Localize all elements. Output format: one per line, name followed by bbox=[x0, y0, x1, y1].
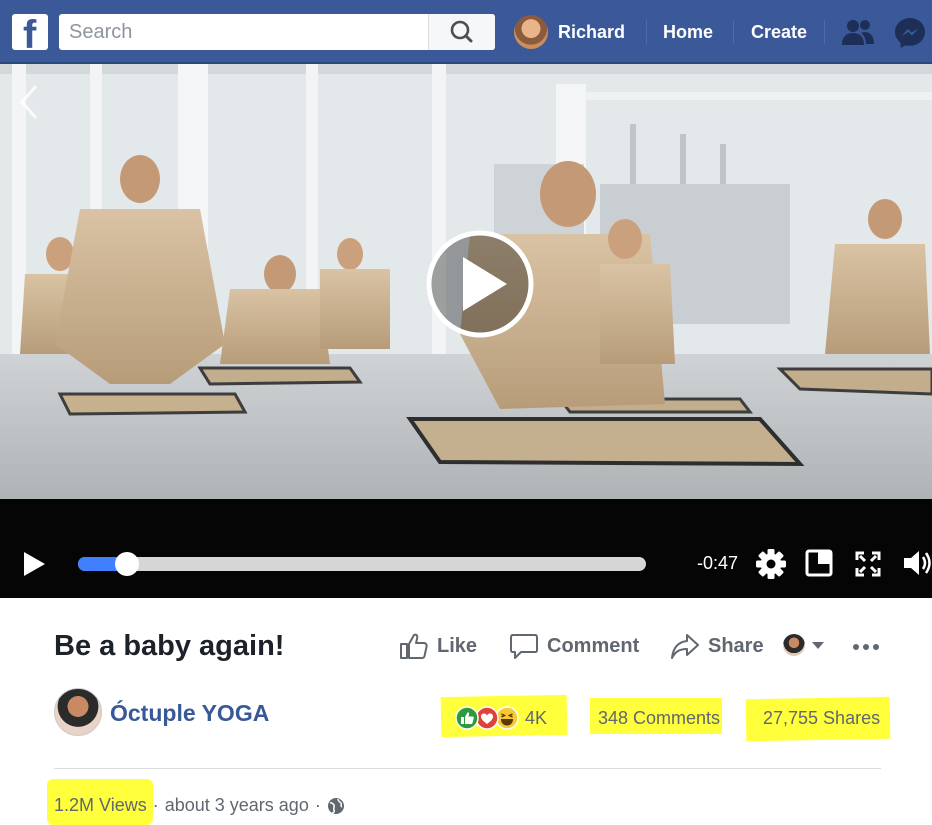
share-button[interactable]: Share bbox=[670, 632, 764, 660]
meta-separator: · bbox=[314, 795, 321, 815]
reactions-count: 4K bbox=[525, 707, 548, 728]
video-title: Be a baby again! bbox=[54, 630, 285, 662]
friend-requests-icon[interactable] bbox=[840, 17, 876, 47]
search-box bbox=[59, 14, 495, 50]
section-divider bbox=[54, 768, 881, 769]
shares-count-link[interactable]: 27,755 Shares bbox=[763, 708, 880, 729]
home-link[interactable]: Home bbox=[663, 22, 713, 43]
top-navigation-bar: f Richard Home Create bbox=[0, 0, 932, 64]
globe-icon bbox=[327, 797, 344, 814]
nav-divider bbox=[824, 20, 825, 44]
share-arrow-icon bbox=[671, 634, 699, 659]
post-meta: 1.2M Views · about 3 years ago · bbox=[54, 795, 345, 816]
like-button[interactable]: Like bbox=[399, 632, 477, 660]
search-button[interactable] bbox=[428, 14, 495, 50]
nav-divider bbox=[646, 20, 647, 44]
play-overlay-icon[interactable] bbox=[426, 230, 534, 338]
thumbs-up-icon bbox=[400, 633, 428, 659]
page-avatar[interactable] bbox=[54, 688, 102, 736]
comment-button[interactable]: Comment bbox=[509, 632, 639, 660]
fullscreen-icon[interactable] bbox=[855, 551, 881, 577]
video-controls: -0:47 bbox=[0, 499, 932, 598]
create-link[interactable]: Create bbox=[751, 22, 807, 43]
nav-divider bbox=[733, 20, 734, 44]
search-icon bbox=[450, 20, 473, 43]
picture-in-picture-icon[interactable] bbox=[805, 549, 833, 577]
time-remaining: -0:47 bbox=[697, 553, 739, 573]
settings-gear-icon[interactable] bbox=[754, 547, 788, 581]
post-timestamp[interactable]: about 3 years ago bbox=[165, 795, 309, 816]
post-details: Be a baby again! Like Comment Share Óctu… bbox=[0, 598, 932, 825]
search-input[interactable] bbox=[59, 14, 429, 50]
volume-icon[interactable] bbox=[902, 548, 932, 578]
comments-count-link[interactable]: 348 Comments bbox=[598, 708, 720, 729]
comment-bubble-icon bbox=[510, 634, 538, 659]
post-as-selector[interactable] bbox=[783, 634, 829, 658]
share-label: Share bbox=[708, 634, 764, 657]
page-name-link[interactable]: Óctuple YOGA bbox=[110, 700, 269, 727]
seek-bar[interactable] bbox=[78, 557, 646, 571]
more-options-icon[interactable] bbox=[852, 642, 880, 652]
facebook-logo-icon[interactable]: f bbox=[12, 13, 48, 57]
play-icon[interactable] bbox=[22, 551, 46, 577]
like-reaction-icon bbox=[455, 706, 479, 730]
meta-separator: · bbox=[152, 795, 159, 815]
views-count: 1.2M Views bbox=[54, 795, 147, 815]
video-frame-yoga-class bbox=[0, 64, 932, 499]
seek-handle[interactable] bbox=[115, 552, 139, 576]
comment-label: Comment bbox=[547, 634, 640, 657]
user-avatar bbox=[514, 15, 548, 49]
profile-name: Richard bbox=[558, 21, 626, 42]
messenger-icon[interactable] bbox=[893, 16, 927, 50]
chevron-down-icon bbox=[812, 642, 824, 649]
reactions-summary[interactable]: 4K bbox=[455, 706, 547, 730]
post-as-avatar bbox=[783, 634, 805, 656]
like-label: Like bbox=[437, 634, 478, 657]
profile-link[interactable]: Richard bbox=[514, 0, 625, 64]
video-player[interactable]: -0:47 bbox=[0, 64, 932, 598]
